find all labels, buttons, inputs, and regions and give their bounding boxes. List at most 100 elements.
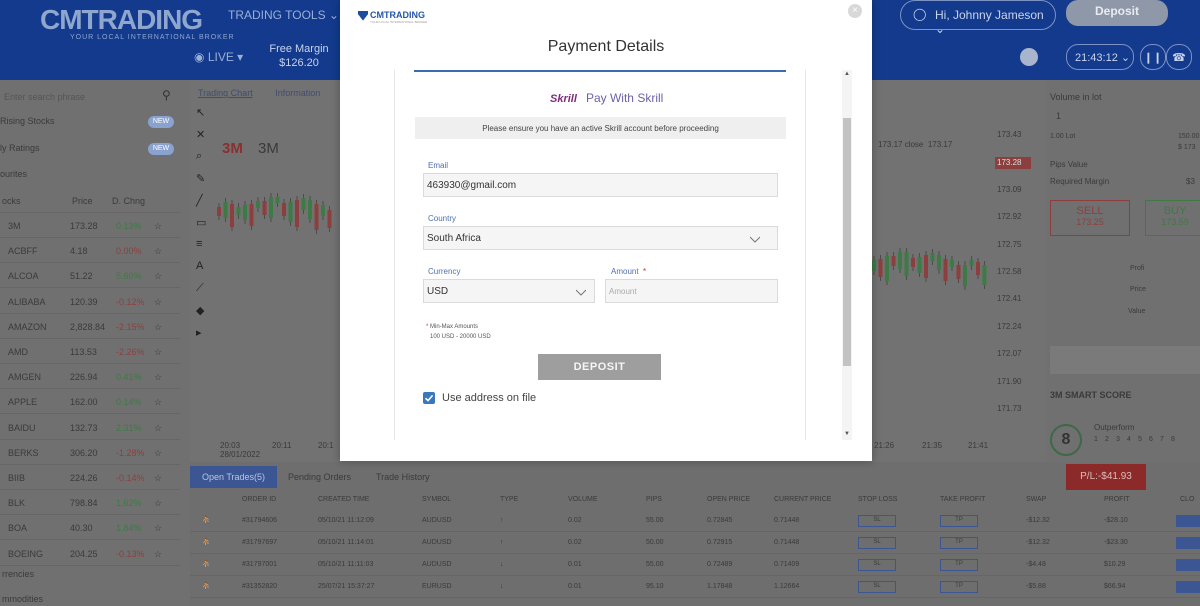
zoom-icon[interactable]: ⌕: [196, 150, 212, 172]
category-currencies[interactable]: rrencies: [2, 569, 34, 579]
amount-field[interactable]: Amount: [605, 279, 778, 303]
trade-cell: 0.01: [568, 583, 582, 590]
star-icon[interactable]: ☆: [154, 372, 162, 383]
stock-price: 120.39: [70, 296, 98, 307]
stock-row[interactable]: AMD 113.53 -2.26% ☆: [0, 339, 180, 364]
star-icon[interactable]: ☆: [154, 423, 162, 434]
scroll-up-icon[interactable]: ▲: [842, 71, 852, 79]
stock-row[interactable]: BAIDU 132.73 2.31% ☆: [0, 415, 180, 440]
stock-row[interactable]: BOA 40.30 1.84% ☆: [0, 515, 180, 541]
pen-icon[interactable]: ✎: [196, 172, 212, 194]
tab-information[interactable]: Information: [275, 88, 320, 98]
stop-loss-button[interactable]: SL: [858, 559, 896, 571]
play-icon[interactable]: ▸: [196, 326, 212, 348]
star-icon[interactable]: ☆: [154, 523, 162, 534]
star-icon[interactable]: ☆: [154, 246, 162, 257]
stock-change: -2.26%: [116, 347, 145, 357]
stock-row[interactable]: ACBFF 4.18 0.00% ☆: [0, 238, 180, 264]
star-icon[interactable]: ☆: [154, 397, 162, 408]
stock-row[interactable]: AMGEN 226.94 0.41% ☆: [0, 364, 180, 390]
close-icon[interactable]: ×: [848, 4, 862, 18]
cursor-icon[interactable]: ↖: [196, 106, 212, 128]
tab-trade-history[interactable]: Trade History: [376, 472, 430, 482]
tab-open-trades[interactable]: Open Trades(5): [190, 466, 278, 488]
instrument-search-input[interactable]: Enter search phrase: [0, 88, 180, 108]
stock-row[interactable]: ALCOA 51.22 5.60% ☆: [0, 263, 180, 289]
stock-row[interactable]: ALIBABA 120.39 -0.12% ☆: [0, 289, 180, 314]
star-icon[interactable]: ☆: [154, 271, 162, 282]
checkmark-icon: [424, 394, 434, 402]
take-profit-button[interactable]: TP: [940, 515, 978, 527]
star-icon[interactable]: ☆: [154, 221, 162, 232]
close-trade-button[interactable]: [1176, 537, 1200, 549]
stop-loss-button[interactable]: SL: [858, 537, 896, 549]
trade-cell: AUDUSD: [422, 539, 452, 546]
submit-order-bar[interactable]: [1050, 346, 1200, 374]
menu-icon[interactable]: ≡: [196, 238, 212, 260]
header-deposit-button[interactable]: Deposit: [1066, 0, 1168, 26]
tab-trading-chart[interactable]: Trading Chart: [198, 88, 253, 98]
line-icon[interactable]: ╱: [196, 194, 212, 216]
email-field[interactable]: 463930@gmail.com: [423, 173, 778, 197]
candle: [976, 262, 980, 275]
star-icon[interactable]: ☆: [154, 473, 162, 484]
required-margin-label: Required Margin: [1050, 177, 1110, 186]
take-profit-button[interactable]: TP: [940, 537, 978, 549]
stock-row[interactable]: APPLE 162.00 0.14% ☆: [0, 389, 180, 415]
rect-icon[interactable]: ▭: [196, 216, 212, 238]
close-trade-button[interactable]: [1176, 515, 1200, 527]
skrill-logo: Skrill: [550, 93, 577, 105]
star-icon[interactable]: ☆: [154, 549, 162, 560]
volume-input[interactable]: 1: [1056, 111, 1061, 121]
tab-pending-orders[interactable]: Pending Orders: [288, 472, 351, 482]
score-tick: 2: [1105, 436, 1109, 443]
take-profit-button[interactable]: TP: [940, 581, 978, 593]
stock-row[interactable]: AMAZON 2,828.84 -2.15% ☆: [0, 314, 180, 339]
category-item[interactable]: ourites: [0, 169, 180, 179]
stop-loss-button[interactable]: SL: [858, 581, 896, 593]
scroll-down-icon[interactable]: ▼: [842, 431, 852, 439]
trade-cell: ↓: [500, 561, 504, 568]
trade-row[interactable]: ⛹ #31794606 05/10/21 11:12:09 AUDUSD ↑ 0.02 55…: [190, 510, 1200, 532]
brush-icon[interactable]: ⟋: [196, 282, 212, 304]
close-trade-button[interactable]: [1176, 581, 1200, 593]
currency-select[interactable]: USD: [423, 279, 595, 303]
category-commodities[interactable]: mmodities: [2, 594, 43, 604]
star-icon[interactable]: ☆: [154, 297, 162, 308]
use-address-checkbox[interactable]: [423, 392, 435, 404]
nav-trading-tools[interactable]: TRADING TOOLS ⌄: [228, 8, 339, 22]
star-icon[interactable]: ☆: [154, 322, 162, 333]
star-icon[interactable]: ☆: [154, 498, 162, 509]
stop-loss-button[interactable]: SL: [858, 515, 896, 527]
stock-row[interactable]: BLK 798.84 1.62% ☆: [0, 490, 180, 516]
deposit-button[interactable]: DEPOSIT: [538, 354, 661, 380]
clock-display[interactable]: 21:43:12 ⌄: [1066, 44, 1134, 70]
trade-row[interactable]: ⛹ #31352820 25/07/21 15:37:27 EURUSD ↓ 0.01 95…: [190, 576, 1200, 598]
stock-row[interactable]: BERKS 306.20 -1.28% ☆: [0, 440, 180, 465]
stock-change: 1.62%: [116, 498, 142, 509]
stock-row[interactable]: BOEING 204.25 -0.13% ☆: [0, 541, 180, 566]
search-icon[interactable]: ⚲: [162, 88, 171, 102]
theme-toggle-icon[interactable]: [1020, 48, 1038, 66]
support-icon[interactable]: ☎: [1166, 44, 1192, 70]
text-icon[interactable]: A: [196, 260, 212, 282]
cross-icon[interactable]: ✕: [196, 128, 212, 150]
form-scrollbar-thumb[interactable]: [843, 118, 851, 366]
country-select[interactable]: South Africa: [423, 226, 778, 250]
star-icon[interactable]: ☆: [154, 347, 162, 358]
user-menu-button[interactable]: ◯ Hi, Johnny Jameson ⌄: [900, 0, 1056, 36]
stock-row[interactable]: BIIB 224.26 -0.14% ☆: [0, 465, 180, 490]
close-trade-button[interactable]: [1176, 559, 1200, 571]
live-selector[interactable]: ◉ LIVE ▾: [194, 50, 243, 64]
diamond-icon[interactable]: ◆: [196, 304, 212, 326]
take-profit-button[interactable]: TP: [940, 559, 978, 571]
buy-button[interactable]: BUY 173.59: [1145, 200, 1200, 236]
star-icon[interactable]: ☆: [154, 448, 162, 459]
trade-row[interactable]: ⛹ #31797001 05/10/21 11:11:03 AUDUSD ↓ 0.01 55…: [190, 554, 1200, 576]
chevron-down-icon: ⌄: [328, 8, 339, 22]
pause-icon[interactable]: ❙❙: [1140, 44, 1166, 70]
stock-change: 5.60%: [116, 271, 142, 282]
stock-row[interactable]: 3M 173.28 0.13% ☆: [0, 213, 180, 238]
sell-button[interactable]: SELL 173.25: [1050, 200, 1130, 236]
trade-row[interactable]: ⛹ #31797697 05/10/21 11:14:01 AUDUSD ↑ 0.02 50…: [190, 532, 1200, 554]
